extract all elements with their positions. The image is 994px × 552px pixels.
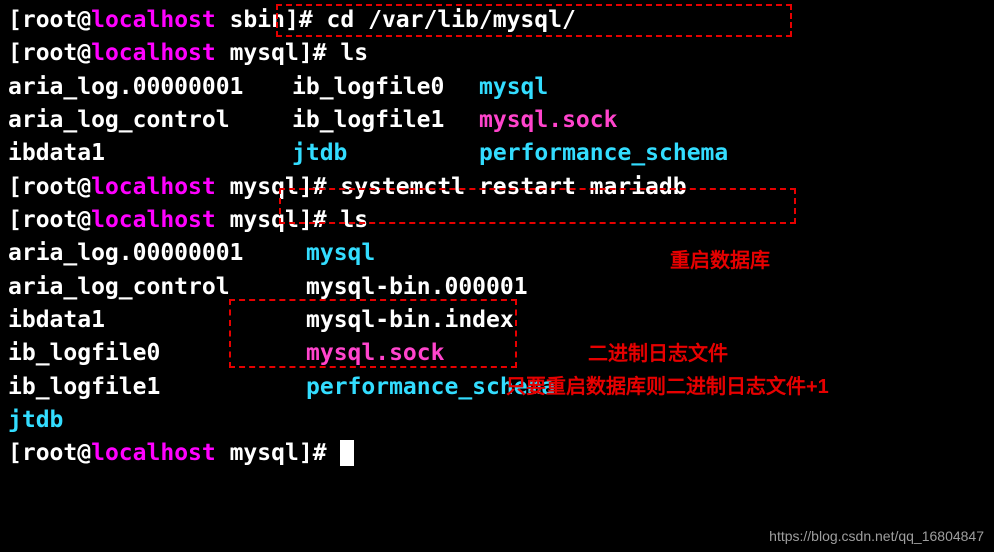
ls-row: ib_logfile1performance_schema [8, 371, 986, 404]
command-text: ls [327, 207, 369, 233]
prompt-at: @ [77, 7, 91, 33]
prompt-host: localhost [91, 7, 216, 33]
ls-row: ibdata1jtdbperformance_schema [8, 137, 986, 170]
prompt-hash: # [299, 7, 313, 33]
command-text: ls [327, 40, 369, 66]
ls-row: ibdata1mysql-bin.index [8, 304, 986, 337]
ls-row: aria_log.00000001mysql [8, 237, 986, 270]
ls-row: aria_log_controlib_logfile1mysql.sock [8, 104, 986, 137]
ls-row: aria_log_controlmysql-bin.000001 [8, 271, 986, 304]
prompt-line: [root@localhost sbin]# cd /var/lib/mysql… [8, 4, 986, 37]
bracket-close: ] [285, 7, 299, 33]
bracket-open: [ [8, 7, 22, 33]
terminal-output: [root@localhost sbin]# cd /var/lib/mysql… [0, 0, 994, 475]
ls-row: ib_logfile0mysql.sock [8, 337, 986, 370]
cursor-icon [340, 440, 354, 466]
prompt-line: [root@localhost mysql]# systemctl restar… [8, 171, 986, 204]
prompt-line: [root@localhost mysql]# ls [8, 204, 986, 237]
prompt-user: root [22, 7, 77, 33]
prompt-line-active[interactable]: [root@localhost mysql]# [8, 437, 986, 470]
watermark-text: https://blog.csdn.net/qq_16804847 [769, 526, 984, 546]
ls-row: jtdb [8, 404, 986, 437]
ls-row: aria_log.00000001ib_logfile0mysql [8, 71, 986, 104]
command-text: cd /var/lib/mysql/ [313, 7, 576, 33]
prompt-line: [root@localhost mysql]# ls [8, 37, 986, 70]
command-text: systemctl restart mariadb [327, 174, 687, 200]
prompt-dir: sbin [216, 7, 285, 33]
